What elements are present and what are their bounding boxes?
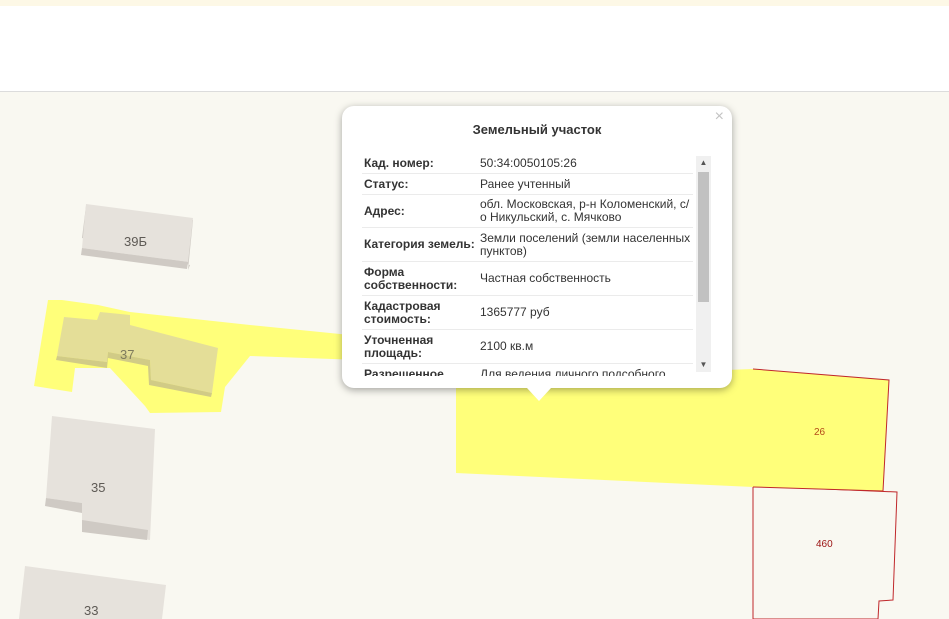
info-value: обл. Московская, р-н Коломенский, с/о Ни… [480, 197, 690, 224]
popup-title: Земельный участок [472, 122, 602, 137]
info-row-ownership: Форма собственности: Частная собственнос… [362, 262, 693, 296]
info-row-area: Уточненная площадь: 2100 кв.м [362, 330, 693, 364]
building-label-37: 37 [120, 347, 134, 362]
parcel-460[interactable] [752, 485, 898, 619]
info-row-permitted-use: Разрешенное Для ведения личного подсобно… [362, 364, 693, 376]
building-39b[interactable]: 39Б [81, 204, 193, 270]
info-label: Разрешенное [364, 366, 444, 376]
info-scroll-area[interactable]: Кад. номер: 50:34:0050105:26 Статус: Ран… [362, 154, 712, 376]
info-value: Земли поселений (земли населенных пункто… [480, 230, 691, 258]
info-row-land-category: Категория земель: Земли поселений (земли… [362, 228, 693, 262]
popup-scrollbar[interactable]: ▲ ▼ [696, 156, 711, 372]
panel-separator [0, 80, 949, 92]
info-value: 50:34:0050105:26 [480, 156, 577, 170]
info-label: Статус: [364, 176, 409, 191]
info-value: 2100 кв.м [480, 339, 534, 353]
info-label: Форма собственности: [364, 264, 458, 292]
land-plot-popup: × Земельный участок Кад. номер: 50:34:00… [342, 106, 732, 401]
info-value: Ранее учтенный [480, 176, 571, 191]
info-label: Категория земель: [364, 237, 475, 251]
info-value: Частная собственность [480, 271, 611, 285]
building-label-33: 33 [84, 603, 98, 618]
building-label-35: 35 [91, 480, 105, 495]
info-list: Кад. номер: 50:34:0050105:26 Статус: Ран… [362, 154, 693, 376]
scroll-up-arrow-icon[interactable]: ▲ [696, 156, 711, 170]
parcel-label-460: 460 [816, 539, 833, 550]
info-label: Кадастровая стоимость: [364, 298, 441, 326]
info-row-status: Статус: Ранее учтенный [362, 174, 693, 195]
info-value: Для ведения личного подсобного [480, 366, 666, 376]
info-row-address: Адрес: обл. Московская, р-н Коломенский,… [362, 195, 693, 228]
top-panel [0, 6, 949, 81]
scroll-down-arrow-icon[interactable]: ▼ [696, 358, 711, 372]
info-label: Адрес: [364, 203, 405, 218]
building-35[interactable]: 35 [45, 416, 155, 540]
scroll-thumb[interactable] [698, 172, 709, 302]
info-label: Уточненная площадь: [364, 332, 434, 360]
info-label: Кад. номер: [364, 156, 434, 170]
info-value: 1365777 руб [480, 305, 550, 319]
popup-pointer [527, 388, 551, 401]
info-row-cadastral-value: Кадастровая стоимость: 1365777 руб [362, 296, 693, 330]
parcel-label-26: 26 [814, 427, 826, 438]
info-row-cadastral-number: Кад. номер: 50:34:0050105:26 [362, 154, 693, 174]
building-33[interactable]: 33 [19, 566, 166, 619]
building-label-39b: 39Б [124, 234, 147, 249]
